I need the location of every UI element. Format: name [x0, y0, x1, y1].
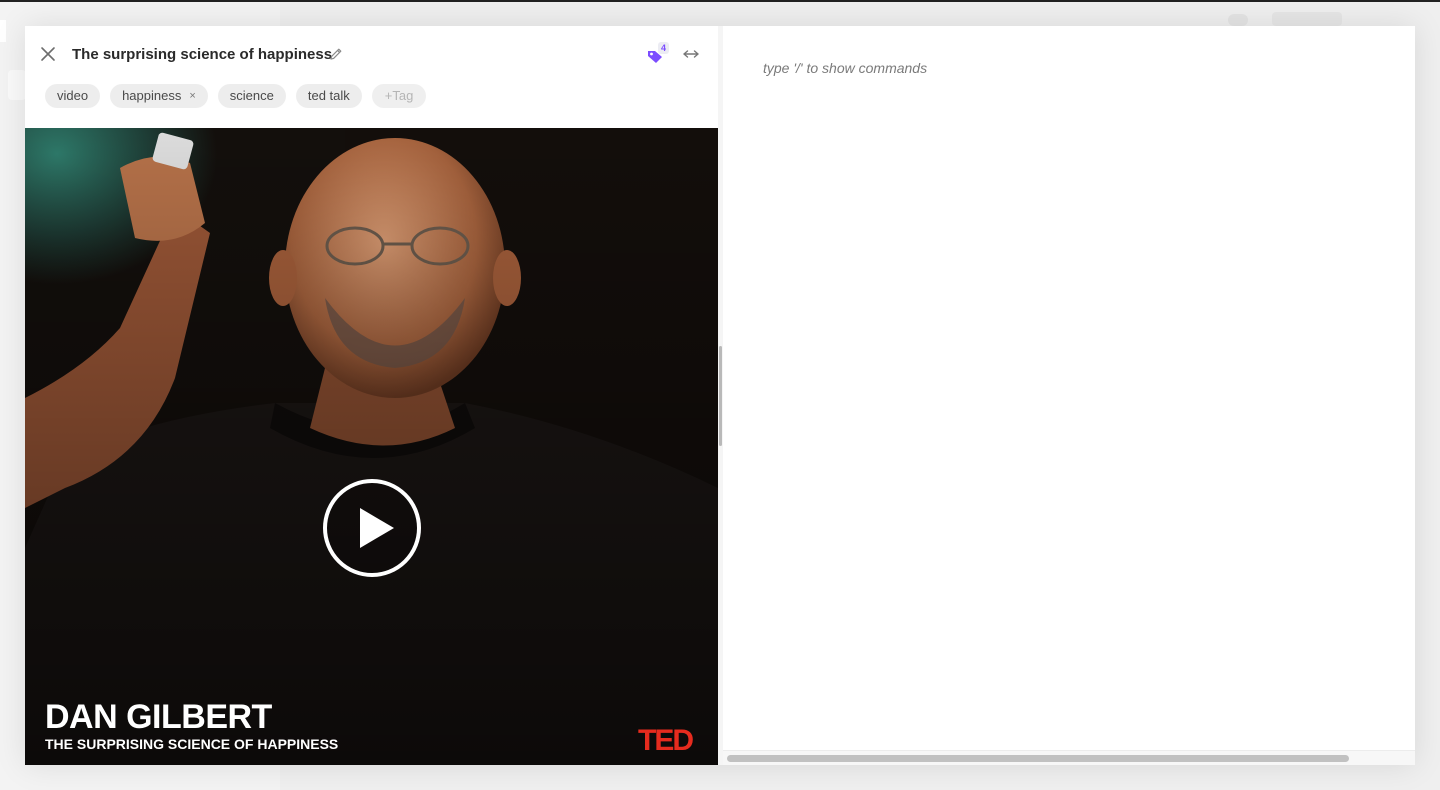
tag-label: video	[57, 88, 89, 103]
tag-label: science	[229, 88, 274, 103]
speaker-name: DAN GILBERT	[45, 698, 272, 736]
expand-horizontal-icon	[683, 50, 699, 58]
play-button[interactable]	[322, 478, 422, 578]
tag-count-badge: 4	[658, 42, 670, 54]
horizontal-scrollbar[interactable]	[723, 750, 1415, 765]
video-player[interactable]: DAN GILBERT THE SURPRISING SCIENCE OF HA…	[25, 128, 718, 765]
tag-label: happiness	[122, 88, 182, 103]
backdrop-avatar	[1228, 14, 1248, 26]
play-icon	[323, 479, 421, 577]
editor-placeholder[interactable]: type '/' to show commands	[763, 60, 927, 76]
resize-handle[interactable]	[719, 346, 722, 446]
backdrop-edge	[0, 20, 6, 42]
remove-tag-icon[interactable]: ×	[189, 84, 195, 108]
pencil-icon	[330, 48, 342, 60]
expand-button[interactable]	[680, 44, 702, 64]
video-thumbnail	[25, 128, 718, 765]
card-detail-modal: The surprising science of happiness 4 vi…	[25, 26, 1415, 765]
card-title[interactable]: The surprising science of happiness	[72, 46, 332, 63]
add-tag-button[interactable]: +Tag	[371, 84, 427, 108]
close-icon	[41, 47, 55, 61]
notes-editor[interactable]: type '/' to show commands	[723, 26, 1415, 765]
tag-happiness[interactable]: happiness ×	[110, 84, 208, 108]
tag-video[interactable]: video	[45, 84, 101, 108]
close-button[interactable]	[38, 44, 58, 64]
talk-title: THE SURPRISING SCIENCE OF HAPPINESS	[45, 736, 339, 752]
ted-logo: TED	[638, 724, 694, 757]
tag-ted-talk[interactable]: ted talk	[295, 84, 362, 108]
media-pane: The surprising science of happiness 4 vi…	[25, 26, 718, 765]
backdrop-button	[1272, 12, 1342, 26]
edit-title-button[interactable]	[328, 46, 344, 62]
scrollbar-thumb[interactable]	[727, 755, 1349, 762]
tag-list: video happiness × science ted talk +Tag	[45, 84, 427, 108]
tag-science[interactable]: science	[217, 84, 286, 108]
modal-header: The surprising science of happiness 4	[25, 26, 718, 86]
backdrop-tab	[8, 70, 26, 100]
tag-label: ted talk	[307, 88, 350, 103]
